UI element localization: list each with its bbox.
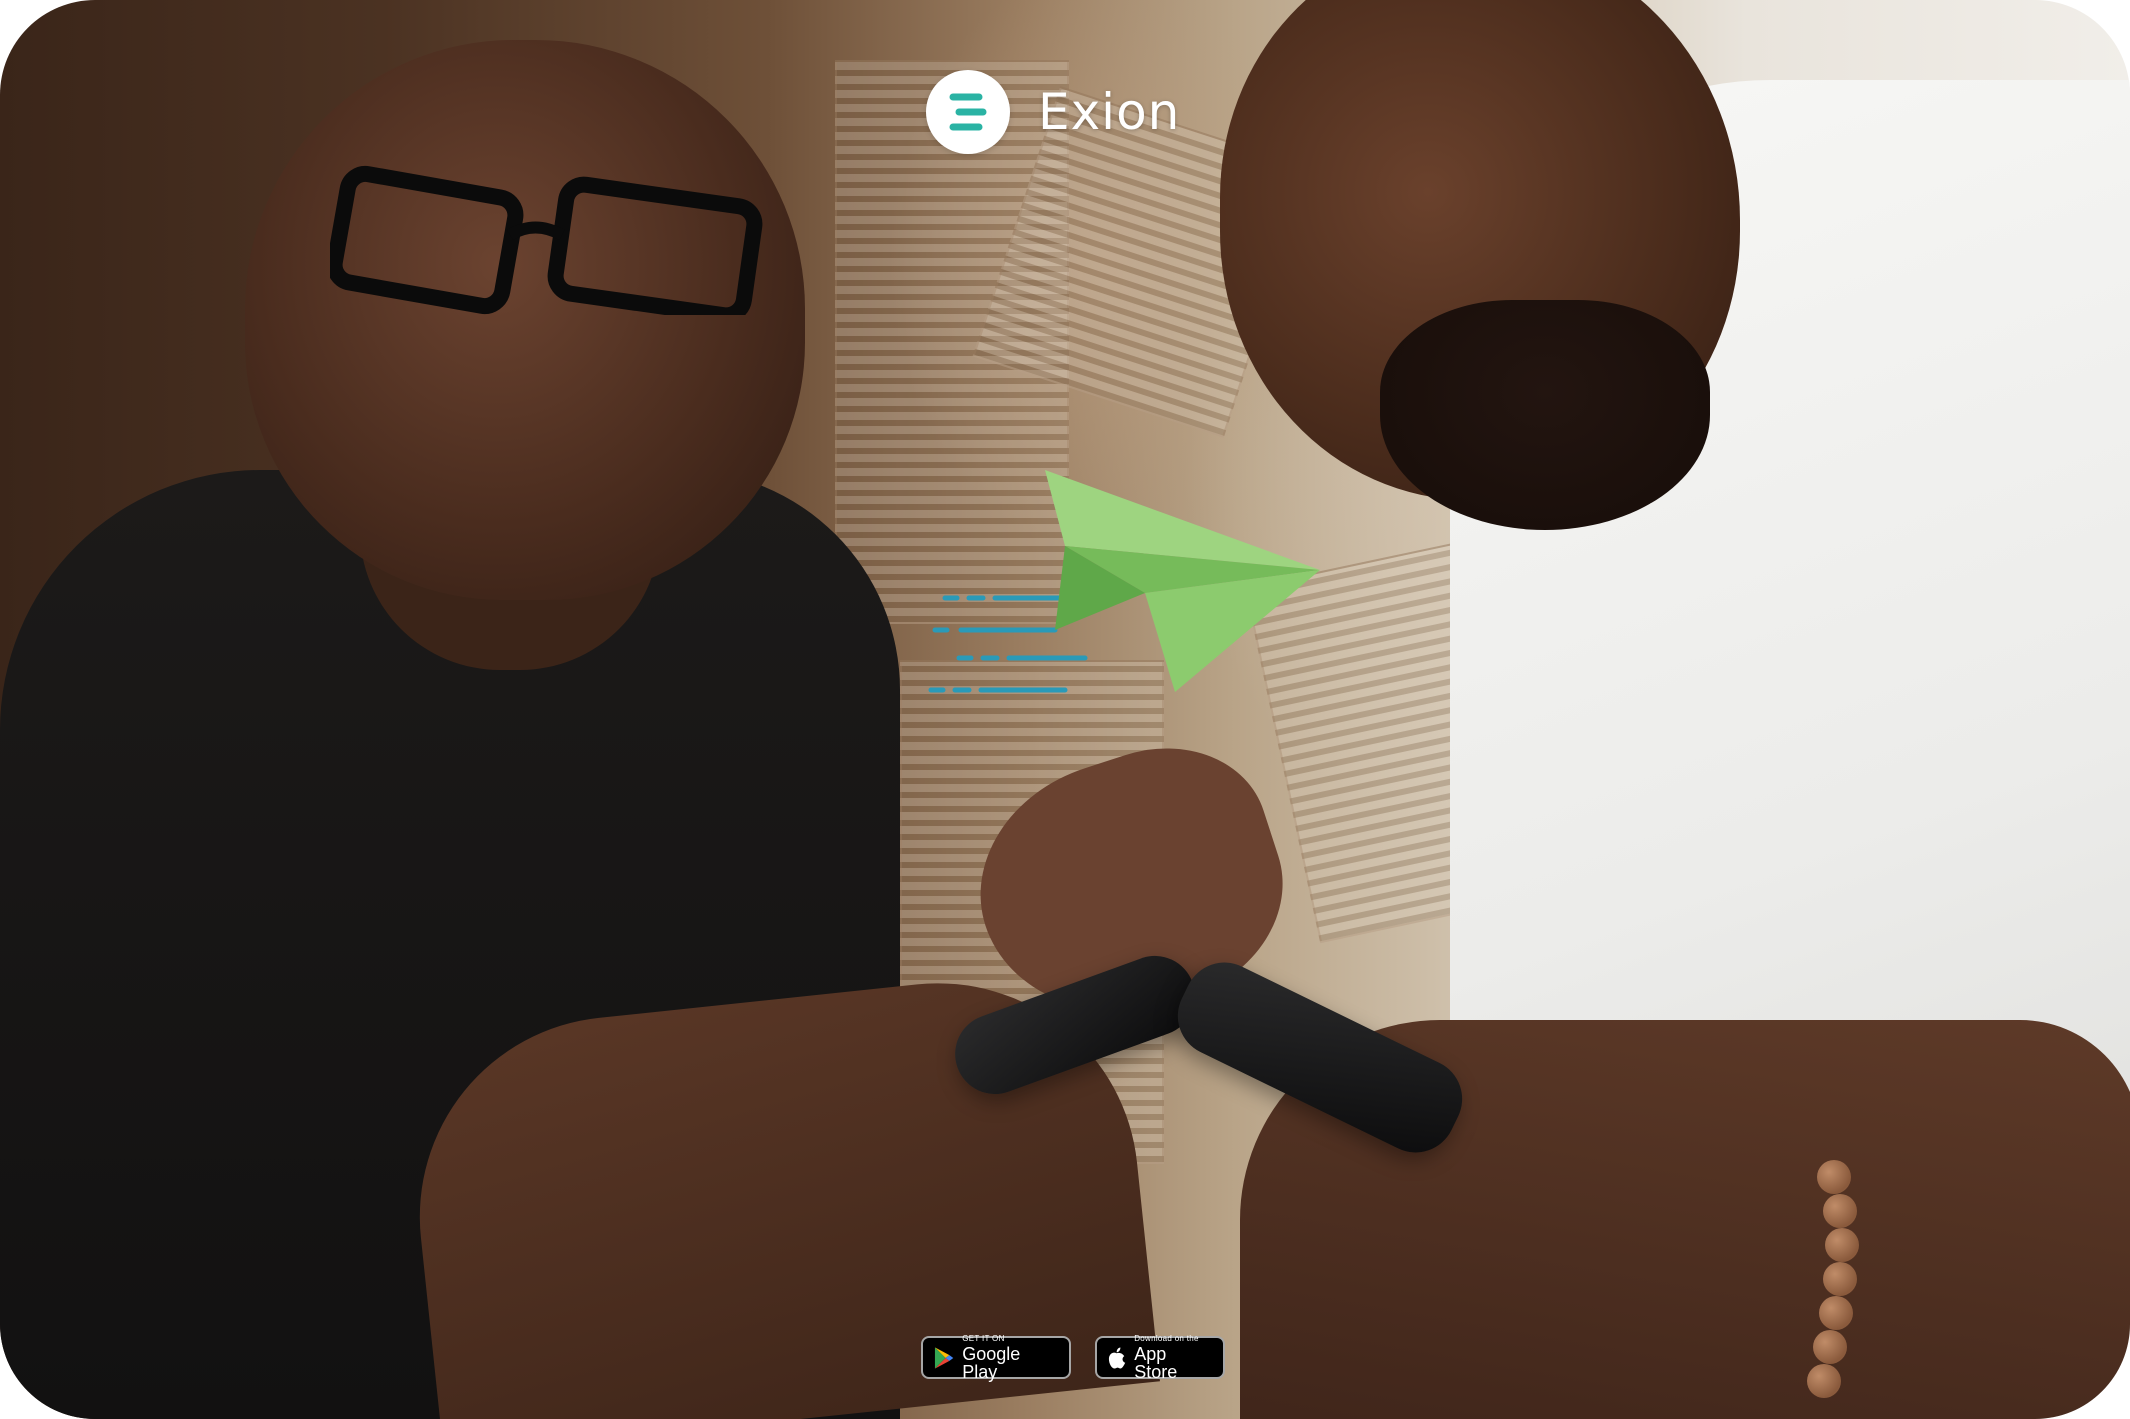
exion-logo-icon (926, 70, 1010, 154)
paper-plane-icon (928, 470, 1320, 693)
brand-name: Exion (1038, 83, 1181, 141)
person-right-beard (1380, 300, 1710, 530)
hero-banner: Exion GET IT ON Google Play Download on … (0, 0, 2130, 1419)
person-left-head (245, 40, 805, 600)
google-play-label: Google Play (962, 1343, 1021, 1382)
apple-icon (1108, 1346, 1126, 1369)
app-store-button[interactable]: Download on the App Store (1095, 1333, 1225, 1382)
brand-logo[interactable]: Exion (926, 70, 1180, 154)
google-play-icon (934, 1346, 954, 1369)
google-play-small-label: GET IT ON (962, 1333, 1005, 1343)
bead-bracelet (1805, 1160, 1865, 1419)
app-store-label: App Store (1134, 1343, 1178, 1382)
app-store-small-label: Download on the (1134, 1333, 1199, 1343)
store-badges: GET IT ON Google Play Download on the Ap… (921, 1333, 1225, 1382)
google-play-button[interactable]: GET IT ON Google Play (921, 1333, 1071, 1382)
glasses-icon (330, 165, 763, 315)
